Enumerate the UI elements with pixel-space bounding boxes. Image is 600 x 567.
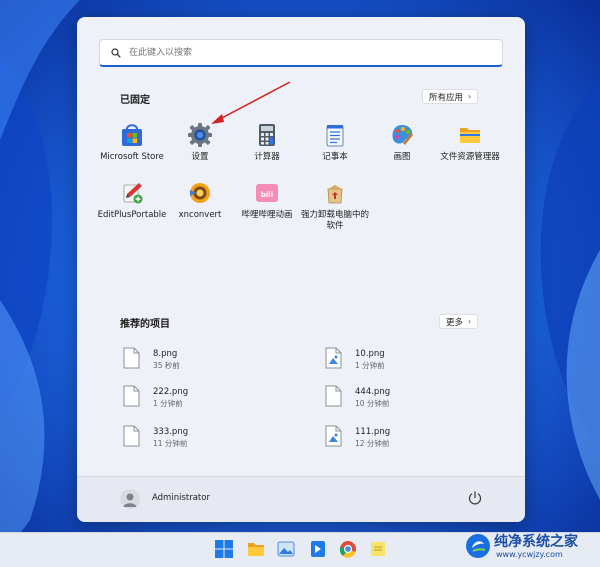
recommended-item[interactable]: 333.png 11 分钟前 bbox=[123, 425, 293, 455]
pinned-app-notepad[interactable]: 记事本 bbox=[300, 122, 370, 163]
app-label: 画图 bbox=[393, 152, 411, 162]
item-name: 8.png bbox=[153, 349, 178, 359]
pinned-title: 已固定 bbox=[120, 95, 150, 106]
pinned-app-uninstaller[interactable]: 强力卸载电脑中的软件 bbox=[300, 180, 370, 232]
microsoft-store-icon bbox=[122, 124, 142, 146]
editplus-icon bbox=[123, 183, 143, 204]
chrome-browser-icon[interactable] bbox=[338, 539, 358, 559]
recommended-item[interactable]: 222.png 1 分钟前 bbox=[123, 385, 293, 415]
app-label: Microsoft Store bbox=[100, 152, 164, 162]
recommended-item[interactable]: 444.png 10 分钟前 bbox=[325, 385, 495, 415]
item-time: 1 分钟前 bbox=[153, 399, 183, 408]
pinned-app-paint[interactable]: 画图 bbox=[367, 122, 437, 163]
uninstaller-icon bbox=[327, 185, 343, 204]
search-icon bbox=[111, 47, 121, 58]
paint-icon bbox=[392, 125, 413, 145]
item-time: 11 分钟前 bbox=[153, 439, 188, 448]
notepad-icon bbox=[326, 125, 344, 147]
pinned-app-xnconvert[interactable]: xnconvert bbox=[165, 180, 235, 221]
search-box[interactable] bbox=[99, 39, 503, 67]
pinned-app-file-explorer[interactable]: 文件资源管理器 bbox=[435, 122, 505, 163]
app-label: xnconvert bbox=[178, 210, 222, 220]
calculator-icon bbox=[259, 124, 275, 146]
file-explorer-icon bbox=[460, 128, 480, 143]
recommended-title: 推荐的项目 bbox=[120, 319, 170, 330]
power-icon[interactable] bbox=[467, 490, 483, 506]
site-watermark: 纯净系统之家 www.ycwjzy.com bbox=[458, 528, 600, 564]
item-name: 10.png bbox=[355, 349, 385, 359]
pinned-app-microsoft-store[interactable]: Microsoft Store bbox=[97, 122, 167, 163]
app-label: 设置 bbox=[191, 152, 209, 162]
app-label: 记事本 bbox=[322, 152, 348, 162]
item-name: 444.png bbox=[355, 387, 391, 397]
app-label: 文件资源管理器 bbox=[440, 152, 500, 162]
pinned-app-editplus[interactable]: EditPlusPortable bbox=[97, 180, 167, 221]
all-apps-label: 所有应用 bbox=[429, 92, 464, 103]
recommended-item[interactable]: 10.png 1 分钟前 bbox=[325, 347, 495, 377]
pinned-app-calculator[interactable]: 计算器 bbox=[232, 122, 302, 163]
app-label: EditPlusPortable bbox=[97, 210, 167, 220]
pinned-app-bilibili[interactable]: bili 哔哩哔哩动画 bbox=[232, 180, 302, 221]
windows-start-icon[interactable] bbox=[214, 539, 234, 559]
item-name: 222.png bbox=[153, 387, 189, 397]
pinned-app-settings[interactable]: 设置 bbox=[165, 122, 235, 163]
app-label: 哔哩哔哩动画 bbox=[241, 210, 293, 220]
item-time: 35 秒前 bbox=[153, 361, 180, 370]
png-file-icon bbox=[123, 385, 140, 407]
watermark-url: www.ycwjzy.com bbox=[496, 550, 563, 559]
photos-icon[interactable] bbox=[276, 539, 296, 559]
png-file-icon bbox=[325, 385, 342, 407]
item-name: 333.png bbox=[153, 427, 189, 437]
settings-gear-icon bbox=[188, 123, 212, 147]
xnconvert-icon bbox=[190, 183, 210, 203]
item-time: 12 分钟前 bbox=[355, 439, 390, 448]
more-label: 更多 bbox=[446, 317, 464, 328]
recommended-item[interactable]: 111.png 12 分钟前 bbox=[325, 425, 495, 455]
sticky-notes-icon[interactable] bbox=[368, 539, 388, 559]
svg-text:bili: bili bbox=[261, 191, 273, 199]
watermark-title: 纯净系统之家 bbox=[494, 534, 578, 550]
bilibili-icon: bili bbox=[256, 184, 278, 202]
start-menu-footer: Administrator bbox=[77, 476, 525, 522]
all-apps-button[interactable]: 所有应用 › bbox=[422, 89, 479, 104]
search-input[interactable] bbox=[127, 46, 491, 59]
item-time: 1 分钟前 bbox=[355, 361, 385, 370]
more-button[interactable]: 更多 › bbox=[439, 314, 479, 329]
user-name[interactable]: Administrator bbox=[152, 493, 210, 503]
chevron-right-icon: › bbox=[468, 317, 472, 326]
user-icon bbox=[123, 493, 137, 507]
start-menu: 已固定 所有应用 › Microsoft Store bbox=[77, 17, 525, 522]
file-explorer-icon[interactable] bbox=[246, 539, 266, 559]
image-file-icon bbox=[325, 347, 342, 369]
item-name: 111.png bbox=[355, 427, 391, 437]
app-label: 计算器 bbox=[254, 152, 280, 162]
pin-app-icon[interactable] bbox=[308, 539, 328, 559]
recommended-item[interactable]: 8.png 35 秒前 bbox=[123, 347, 293, 377]
chevron-right-icon: › bbox=[468, 92, 472, 101]
avatar[interactable] bbox=[120, 489, 140, 509]
app-label: 强力卸载电脑中的软件 bbox=[300, 210, 369, 231]
png-file-icon bbox=[123, 347, 140, 369]
image-file-icon bbox=[325, 425, 342, 447]
item-time: 10 分钟前 bbox=[355, 399, 390, 408]
png-file-icon bbox=[123, 425, 140, 447]
watermark-logo-icon bbox=[466, 534, 490, 558]
